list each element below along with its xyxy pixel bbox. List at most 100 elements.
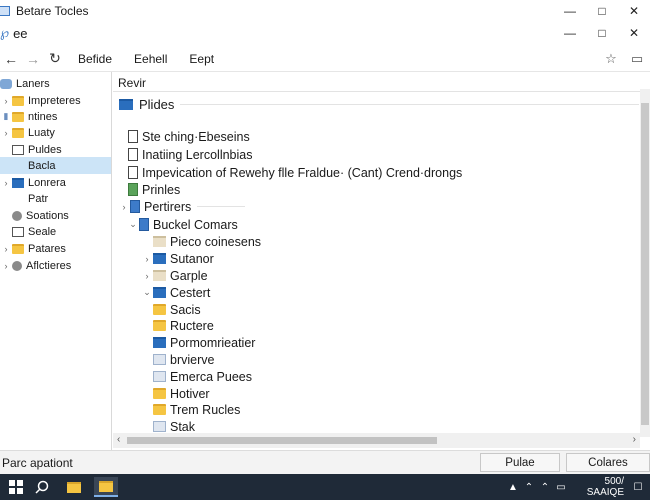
tree-item[interactable]: › Sutanor <box>141 250 214 267</box>
main-pane: Revir Plides Ste ching·Ebeseins Inatiing… <box>113 72 650 450</box>
status-button[interactable]: Pulae <box>480 453 560 472</box>
file-explorer-active-icon[interactable] <box>94 477 118 497</box>
chevron-right-icon[interactable]: › <box>0 261 12 271</box>
folder-icon <box>12 111 24 122</box>
chevron-right-icon[interactable]: › <box>118 202 130 212</box>
folder-icon <box>153 388 166 399</box>
sidebar-item-label: Impreteres <box>28 94 81 107</box>
column-header[interactable]: Revir <box>118 76 146 90</box>
document-icon <box>128 148 138 161</box>
book-icon <box>139 218 149 231</box>
folder-icon <box>153 320 166 331</box>
status-button[interactable]: Colares <box>566 453 650 472</box>
scroll-right-icon[interactable]: › <box>633 434 636 445</box>
tree-item-label: Emerca Puees <box>170 369 252 384</box>
notification-icon[interactable]: ☐ <box>626 477 650 497</box>
tree-item-label: Ructere <box>170 318 214 333</box>
scroll-left-icon[interactable]: ‹ <box>117 434 120 445</box>
file-explorer-icon[interactable] <box>62 477 86 497</box>
toolbar-item[interactable]: Eehell <box>134 52 167 66</box>
sidebar-item[interactable]: Puldes <box>0 141 111 158</box>
tree-item[interactable]: brvierve <box>153 351 214 368</box>
chevron-right-icon[interactable]: › <box>0 244 12 254</box>
panel-icon[interactable]: ▭ <box>624 51 650 67</box>
toolbar-item[interactable]: Eept <box>189 52 214 66</box>
list-item[interactable]: › Pertirers <box>118 198 246 215</box>
sidebar-item[interactable]: ▮ ntines <box>0 108 111 125</box>
address-bar[interactable]: ℘ ee — □ ✕ <box>0 22 650 44</box>
chevron-right-icon[interactable]: › <box>141 254 153 264</box>
tree-item-label: Trem Rucles <box>170 402 241 417</box>
group-header[interactable]: Plides <box>119 95 639 113</box>
sidebar-item[interactable]: › Luaty <box>0 124 111 141</box>
chevron-down-icon[interactable]: ⌄ <box>141 287 153 298</box>
horizontal-scrollbar[interactable]: ‹ › <box>113 433 640 448</box>
volume-icon[interactable]: ▭ <box>554 477 568 497</box>
tree-item-label: Hotiver <box>170 386 210 401</box>
tree-item[interactable]: Sacis <box>153 301 201 318</box>
list-item[interactable]: Inatiing Lercollnbias <box>128 146 253 163</box>
list-item-label: Ste ching·Ebeseins <box>142 129 250 144</box>
forward-arrow-icon[interactable]: → <box>22 51 44 67</box>
tree-item[interactable]: Pormomrieatier <box>153 334 255 351</box>
people-icon[interactable]: ▲ <box>506 477 520 497</box>
sidebar-item[interactable]: › Patares <box>0 240 111 257</box>
clock-time: 500/ <box>604 476 624 487</box>
taskbar: ▲ ⌃ ⌃ ▭ 500/ SAAIQE ☐ <box>0 474 650 500</box>
tree-item[interactable]: › Garple <box>141 267 208 284</box>
minimize-button[interactable]: — <box>554 0 586 22</box>
sidebar-item[interactable]: Patr <box>0 190 111 207</box>
chevron-up-icon[interactable]: ⌃ <box>522 477 536 497</box>
list-item[interactable]: Prinles <box>128 181 180 198</box>
back-arrow-icon[interactable]: ← <box>0 51 22 67</box>
tree-item[interactable]: ⌄ Buckel Comars <box>127 216 238 233</box>
maximize-button[interactable]: □ <box>586 0 618 22</box>
start-icon[interactable] <box>4 477 28 497</box>
sidebar-header-label: Laners <box>16 77 50 90</box>
list-item[interactable]: Ste ching·Ebeseins <box>128 128 250 145</box>
sidebar-item[interactable]: Seale <box>0 223 111 240</box>
toolbar-item[interactable]: Befide <box>78 52 112 66</box>
folder-icon <box>153 270 166 281</box>
star-icon[interactable]: ☆ <box>598 51 624 67</box>
sidebar-item-label: Lonrera <box>28 176 66 189</box>
close-button[interactable]: ✕ <box>618 0 650 22</box>
chevron-right-icon[interactable]: › <box>0 128 12 138</box>
search-icon[interactable] <box>30 477 54 497</box>
vertical-scrollbar[interactable] <box>640 89 650 437</box>
tree-item[interactable]: Emerca Puees <box>153 368 252 385</box>
tree-item[interactable]: Pieco coinesens <box>141 233 261 250</box>
address-text: ee <box>13 25 28 41</box>
tree-item[interactable]: Ructere <box>153 317 214 334</box>
minimize-button-2[interactable]: — <box>554 22 586 44</box>
chevron-right-icon[interactable]: › <box>0 96 12 106</box>
close-button-2[interactable]: ✕ <box>618 22 650 44</box>
refresh-icon[interactable]: ↻ <box>44 50 66 67</box>
network-icon[interactable]: ⌃ <box>538 477 552 497</box>
chevron-right-icon[interactable]: › <box>0 178 12 188</box>
tree-item-label: Pieco coinesens <box>170 234 262 249</box>
list-item-label: Pertirers <box>144 199 192 214</box>
scrollbar-thumb[interactable] <box>127 437 437 444</box>
gear-icon <box>12 260 22 271</box>
sidebar-item[interactable]: › Aflctieres <box>0 257 111 274</box>
document-icon <box>128 166 138 179</box>
sidebar-item[interactable]: › Lonrera <box>0 174 111 191</box>
clock[interactable]: 500/ SAAIQE <box>587 476 624 498</box>
maximize-button-2[interactable]: □ <box>586 22 618 44</box>
gear-icon <box>12 210 22 221</box>
sidebar-item[interactable]: Soations <box>0 207 111 224</box>
chevron-down-icon[interactable]: ⌄ <box>127 219 139 230</box>
sidebar-item-selected[interactable]: Bacla <box>0 157 111 174</box>
folder-icon <box>12 127 24 138</box>
scrollbar-thumb[interactable] <box>641 103 649 425</box>
chevron-right-icon[interactable]: › <box>141 271 153 281</box>
sidebar-header[interactable]: Laners <box>0 75 111 92</box>
list-item[interactable]: Impevication of Rewehy flle Fraldue· (Ca… <box>128 164 462 181</box>
folder-icon <box>12 243 24 254</box>
sidebar-item[interactable]: › Impreteres <box>0 92 111 109</box>
toolbar: ← → ↻ Befide Eehell Eept ☆ ▭ <box>0 46 650 72</box>
tree-item[interactable]: ⌄ Cestert <box>141 284 210 301</box>
tree-item[interactable]: Trem Rucles <box>153 401 240 418</box>
tree-item[interactable]: Hotiver <box>153 385 210 402</box>
